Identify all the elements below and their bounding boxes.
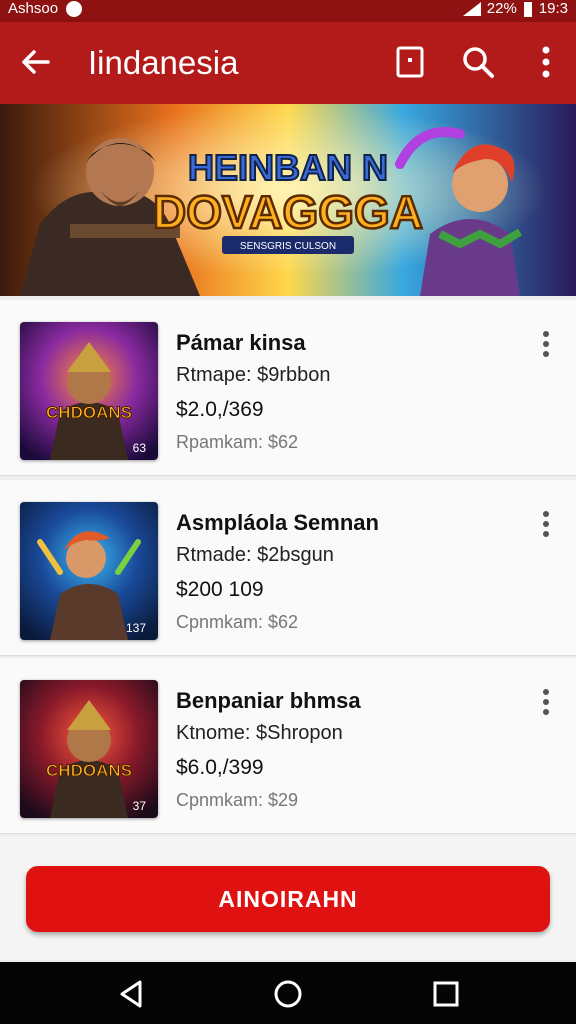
carrier-label: Ashsoo [8, 0, 59, 17]
item-name: Asmpláola Semnan [176, 510, 379, 535]
list-item[interactable]: 137 Asmpláola Semnan Rtmade: $2bsgun $20… [0, 480, 576, 656]
nav-home-icon[interactable] [268, 974, 308, 1014]
battery-percent: 22% [486, 0, 517, 17]
app-bar: Iindanesia [0, 22, 576, 104]
bookmark-icon[interactable] [388, 40, 432, 84]
item-price: $2.0,/369 [176, 398, 264, 421]
item-meta: Cpnmkam: $29 [176, 790, 299, 810]
item-more-icon[interactable] [532, 328, 560, 360]
nav-recents-icon[interactable] [426, 974, 466, 1014]
item-thumbnail: 137 [20, 502, 158, 640]
item-thumbnail: CHDOANS 37 [20, 680, 158, 818]
banner-title-line1: HEINBAN N [188, 147, 388, 188]
back-arrow-icon[interactable] [14, 40, 58, 84]
item-price: $200 109 [176, 578, 264, 601]
item-name: Pámar kinsa [176, 330, 306, 355]
item-meta: Cpnmkam: $62 [176, 612, 299, 632]
list-item[interactable]: CHDOANS 37 Benpaniar bhmsa Ktnome: $Shro… [0, 658, 576, 834]
check-circle-icon [66, 0, 83, 17]
item-price: $6.0,/399 [176, 756, 264, 779]
item-more-icon[interactable] [532, 508, 560, 540]
banner-ribbon: SENSGRIS CULSON [240, 241, 336, 252]
search-icon[interactable] [456, 40, 500, 84]
item-name: Benpaniar bhmsa [176, 688, 361, 713]
system-nav-bar [0, 962, 576, 1024]
overflow-menu-icon[interactable] [524, 40, 568, 84]
clock: 19:3 [538, 0, 568, 17]
thumb-badge: 37 [133, 799, 147, 813]
status-bar: Ashsoo 22% 19:3 [0, 0, 576, 22]
item-thumbnail: CHDOANS 63 [20, 322, 158, 460]
battery-icon [523, 1, 532, 17]
page-title: Iindanesia [88, 44, 239, 81]
item-subtitle: Ktnome: $Shropon [176, 722, 343, 744]
item-subtitle: Rtmape: $9rbbon [176, 364, 331, 386]
banner-title-line2: DOVAGGGA [153, 186, 423, 238]
thumb-badge: 137 [126, 621, 146, 635]
signal-icon [462, 1, 481, 16]
thumb-title: CHDOANS [46, 761, 132, 780]
list-item[interactable]: CHDOANS 63 Pámar kinsa Rtmape: $9rbbon $… [0, 300, 576, 476]
hero-banner[interactable]: HEINBAN N DOVAGGGA SENSGRIS CULSON [0, 104, 576, 296]
thumb-title: CHDOANS [46, 403, 132, 422]
item-meta: Rpamkam: $62 [176, 432, 299, 452]
item-more-icon[interactable] [532, 686, 560, 718]
nav-back-icon[interactable] [112, 974, 152, 1014]
primary-action-button[interactable]: AINOIRAHN [26, 866, 550, 932]
item-subtitle: Rtmade: $2bsgun [176, 544, 334, 566]
thumb-badge: 63 [133, 441, 147, 455]
banner-artwork: HEINBAN N DOVAGGGA SENSGRIS CULSON [0, 104, 576, 296]
